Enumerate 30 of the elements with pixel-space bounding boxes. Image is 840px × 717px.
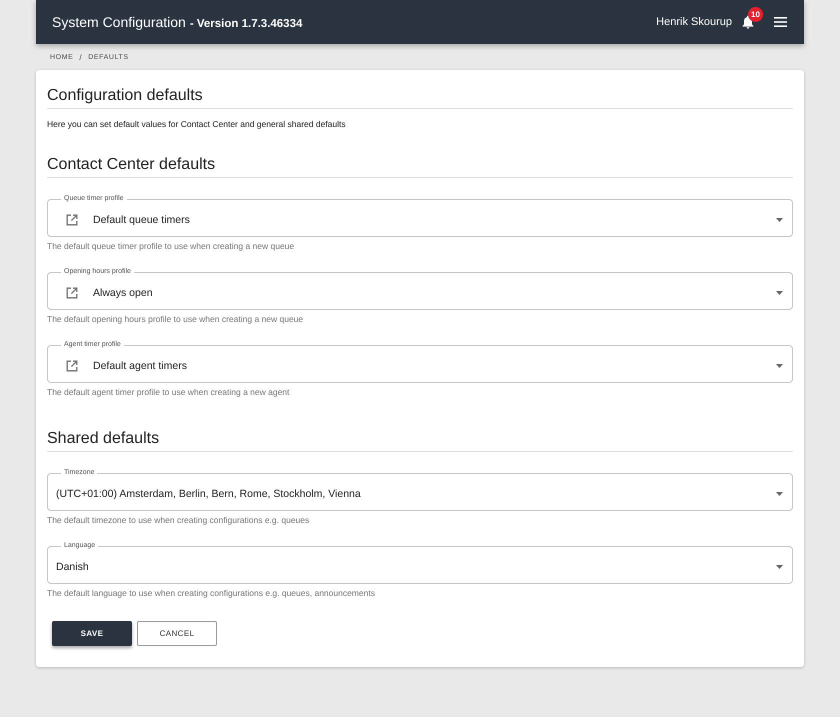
selected-value: Danish [56,560,89,572]
section-title: Shared defaults [47,429,160,449]
helper-text: The default language to use when creating configurations e.g. queues, announcements [47,587,376,599]
external-link-icon[interactable] [66,286,78,298]
version-label: - Version 1.7.3.46334 [190,18,302,30]
selected-value: (UTC+01:00) Amsterdam, Berlin, Bern, Rome, Stockholm, Vienna [56,488,361,500]
selected-value: Always open [93,286,153,298]
external-link-icon[interactable] [66,214,78,226]
cancel-button[interactable]: CANCEL [137,621,217,646]
caret-icon [776,492,783,496]
app-title: System Configuration [52,14,186,30]
helper-text: The default timezone to use when creating configurations e.g. queues [47,514,310,526]
helper-text: The default opening hours profile to use when creating a new queue [47,313,304,325]
selected-value: Default queue timers [93,214,190,226]
caret-icon [776,218,783,222]
selected-value: Default agent timers [93,360,187,372]
page-title: Configuration defaults [47,86,203,106]
page-description: Here you can set default values for Contact Center and general shared defaults [47,118,347,130]
helper-text: The default queue timer profile to use when creating a new queue [47,240,296,252]
caret-icon [776,564,783,568]
notification-badge: 10 [748,7,763,22]
breadcrumb-separator: / [79,52,82,62]
user-name[interactable]: Henrik Skourup [656,16,732,28]
caret-icon [776,364,783,368]
save-button[interactable]: SAVE [52,621,132,646]
section-title: Contact Center defaults [47,155,216,175]
external-link-icon[interactable] [66,360,78,372]
menu-icon[interactable] [774,17,787,27]
caret-icon [776,290,783,294]
helper-text: The default agent timer profile to use when creating a new agent [47,386,290,398]
